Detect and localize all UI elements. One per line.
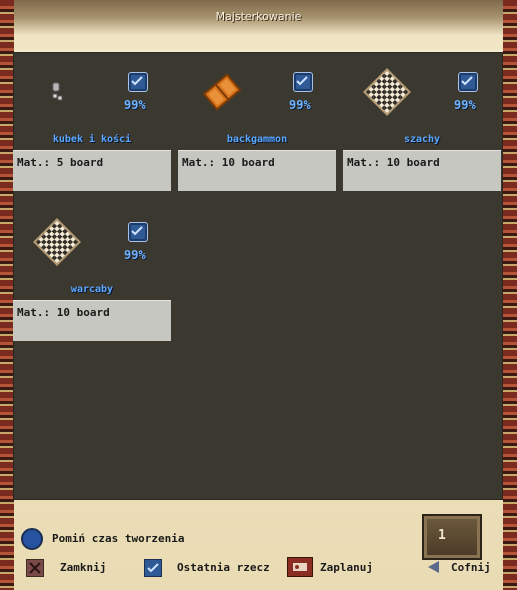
- craft-item[interactable]: 99% warcaby Mat.: 10 board: [13, 210, 171, 350]
- item-checkbox[interactable]: [128, 72, 148, 92]
- item-name: warcaby: [70, 284, 114, 295]
- checkers-board-icon[interactable]: [35, 220, 79, 264]
- material-text: Mat.: 10 board: [347, 156, 440, 169]
- skip-time-toggle[interactable]: [21, 528, 43, 550]
- crafting-window: Majsterkowanie 99% kubek i kości Mat.: 5…: [0, 0, 517, 590]
- material-text: Mat.: 10 board: [182, 156, 275, 169]
- quantity-value: 1: [438, 528, 446, 543]
- success-percent: 99%: [124, 98, 146, 112]
- backgammon-board-icon[interactable]: [200, 70, 244, 114]
- check-icon: [147, 563, 159, 573]
- back-arrow-icon[interactable]: [428, 561, 439, 573]
- item-checkbox[interactable]: [458, 72, 478, 92]
- skip-time-label: Pomiń czas tworzenia: [52, 532, 185, 545]
- success-percent: 99%: [289, 98, 311, 112]
- material-box: Mat.: 10 board: [343, 150, 501, 191]
- success-percent: 99%: [124, 248, 146, 262]
- window-border-left: [0, 0, 14, 590]
- close-label[interactable]: Zamknij: [60, 561, 106, 574]
- craft-item[interactable]: 99% szachy Mat.: 10 board: [343, 60, 501, 200]
- material-box: Mat.: 10 board: [13, 300, 171, 341]
- close-icon: [29, 562, 41, 574]
- item-name: szachy: [403, 134, 441, 145]
- craft-item[interactable]: 99% kubek i kości Mat.: 5 board: [13, 60, 171, 200]
- footer-bar: Pomiń czas tworzenia Zamknij Ostatnia rz…: [14, 502, 503, 590]
- chess-board-icon[interactable]: [365, 70, 409, 114]
- dice-cup-icon[interactable]: [35, 70, 79, 114]
- craft-item[interactable]: 99% backgammon Mat.: 10 board: [178, 60, 336, 200]
- window-title: Majsterkowanie: [215, 10, 302, 23]
- title-bar[interactable]: [14, 0, 503, 50]
- close-button[interactable]: [26, 559, 44, 577]
- success-percent: 99%: [454, 98, 476, 112]
- last-item-label[interactable]: Ostatnia rzecz: [177, 561, 270, 574]
- item-checkbox[interactable]: [293, 72, 313, 92]
- quantity-counter[interactable]: 1: [422, 514, 482, 560]
- item-checkbox[interactable]: [128, 222, 148, 242]
- window-border-right: [503, 0, 517, 590]
- back-label[interactable]: Cofnij: [451, 561, 491, 574]
- item-name: backgammon: [226, 134, 288, 145]
- material-text: Mat.: 5 board: [17, 156, 104, 169]
- material-text: Mat.: 10 board: [17, 306, 110, 319]
- last-item-button[interactable]: [144, 559, 162, 577]
- material-box: Mat.: 5 board: [13, 150, 171, 191]
- material-box: Mat.: 10 board: [178, 150, 336, 191]
- plan-label[interactable]: Zaplanuj: [320, 561, 373, 574]
- scroll-icon: [293, 563, 307, 571]
- items-panel: 99% kubek i kości Mat.: 5 board 99% back…: [13, 52, 503, 500]
- item-name: kubek i kości: [52, 134, 132, 145]
- plan-button[interactable]: [287, 557, 313, 577]
